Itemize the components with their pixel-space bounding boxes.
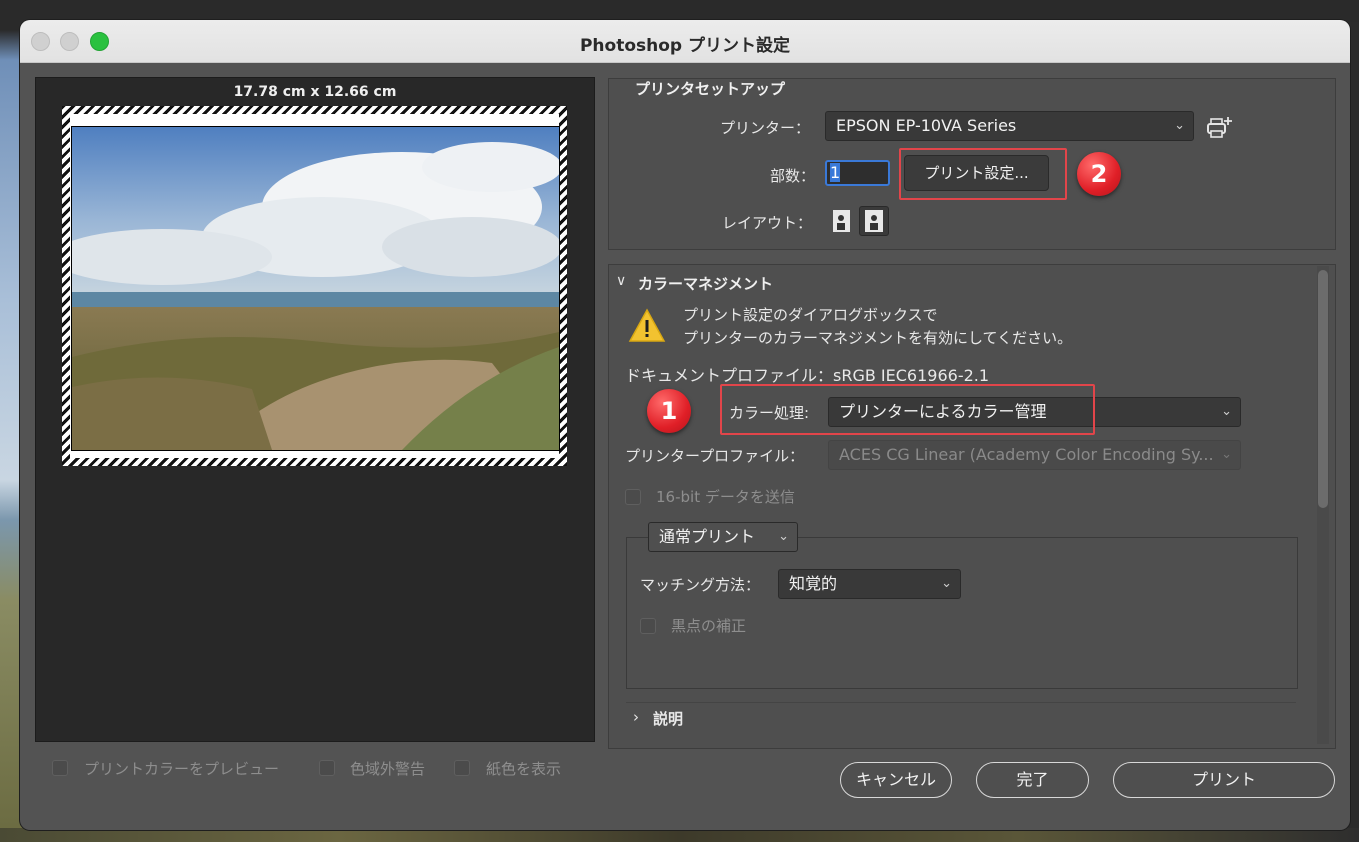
desktop-top	[0, 0, 1359, 22]
copies-input[interactable]: 1	[825, 160, 890, 186]
matching-method-select[interactable]: 知覚的 ⌄	[778, 569, 961, 599]
matching-method-value: 知覚的	[789, 574, 838, 593]
window-title: Photoshop プリント設定	[579, 36, 791, 56]
step-badge-1: 1	[647, 389, 691, 433]
black-point-checkbox[interactable]	[640, 618, 656, 634]
warning-text-line2: プリンターのカラーマネジメントを有効にしてください。	[683, 329, 1073, 347]
warning-icon	[628, 308, 666, 344]
layout-label: レイアウト：	[722, 214, 813, 232]
chevron-right-icon[interactable]: ›	[633, 708, 639, 726]
description-section[interactable]: 説明	[653, 708, 683, 729]
print-mode-box	[626, 537, 1298, 689]
send-16bit-checkbox[interactable]	[625, 489, 641, 505]
printer-add-icon[interactable]	[1205, 115, 1235, 141]
document-profile: ドキュメントプロファイル：sRGB IEC61966-2.1	[625, 366, 990, 385]
show-paper-white-checkbox[interactable]	[454, 760, 470, 776]
printer-profile-select[interactable]: ACES CG Linear (Academy Color Encoding S…	[828, 440, 1241, 470]
title-bar: Photoshop プリント設定	[20, 20, 1350, 63]
printer-select[interactable]: EPSON EP-10VA Series ⌄	[825, 111, 1194, 141]
highlight-box-1	[720, 384, 1095, 435]
print-preview-panel: 17.78 cm x 12.66 cm	[35, 77, 595, 742]
done-button[interactable]: 完了	[976, 762, 1089, 798]
printer-setup-heading: プリンタセットアップ	[635, 80, 786, 98]
landscape-layout-icon[interactable]	[859, 206, 889, 236]
matching-method-label: マッチング方法：	[640, 576, 761, 594]
copies-label: 部数：	[770, 167, 816, 185]
gamut-warning-checkbox[interactable]	[319, 760, 335, 776]
chevron-down-icon: ⌄	[778, 529, 789, 544]
show-paper-white-label: 紙色を表示	[486, 760, 562, 778]
preview-photo[interactable]	[71, 126, 560, 451]
desktop-wallpaper-bottom	[0, 828, 1359, 842]
portrait-layout-icon[interactable]	[829, 208, 855, 234]
printer-profile-value: ACES CG Linear (Academy Color Encoding S…	[839, 445, 1214, 464]
divider	[626, 702, 1296, 703]
print-mode-value: 通常プリント	[659, 527, 756, 546]
chevron-down-icon: ⌄	[1221, 404, 1232, 419]
black-point-label: 黒点の補正	[671, 617, 747, 635]
preview-print-color-checkbox[interactable]	[52, 760, 68, 776]
printer-select-value: EPSON EP-10VA Series	[836, 116, 1017, 135]
chevron-down-icon: ⌄	[1174, 118, 1185, 133]
scrollbar-thumb[interactable]	[1318, 270, 1328, 508]
print-dimensions: 17.78 cm x 12.66 cm	[233, 84, 397, 100]
chevron-down-icon: ⌄	[941, 576, 952, 591]
gamut-warning-label: 色域外警告	[350, 760, 426, 778]
send-16bit-label: 16-bit データを送信	[656, 488, 795, 506]
print-mode-select[interactable]: 通常プリント ⌄	[648, 522, 798, 552]
highlight-box-2	[899, 148, 1067, 200]
chevron-down-icon: ⌄	[1221, 447, 1232, 462]
warning-text-line1: プリント設定のダイアログボックスで	[683, 306, 938, 324]
step-badge-2: 2	[1077, 152, 1121, 196]
preview-print-color-label: プリントカラーをプレビュー	[84, 760, 280, 778]
printer-label: プリンター：	[720, 119, 811, 137]
cancel-button[interactable]: キャンセル	[840, 762, 952, 798]
chevron-down-icon[interactable]: ∨	[616, 273, 626, 289]
print-button[interactable]: プリント	[1113, 762, 1335, 798]
color-management-heading[interactable]: カラーマネジメント	[638, 273, 773, 294]
printer-profile-label: プリンタープロファイル：	[625, 447, 805, 465]
